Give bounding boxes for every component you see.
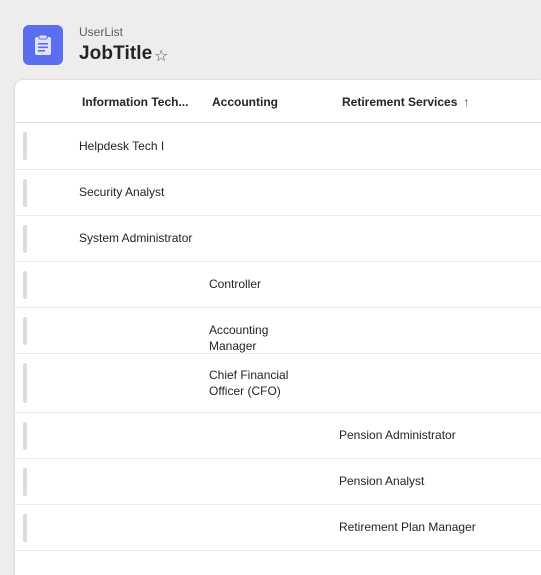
list-panel: Information Tech... Accounting Retiremen… (15, 80, 541, 575)
sort-ascending-icon: ↑ (463, 95, 470, 109)
row-selector[interactable] (23, 317, 27, 345)
row-selector[interactable] (23, 179, 27, 207)
page-header: UserList JobTitle ☆ (0, 0, 541, 80)
favorite-star-icon[interactable]: ☆ (154, 46, 168, 66)
list-row[interactable]: System Administrator (15, 216, 541, 262)
cell-information-technology: Security Analyst (79, 185, 165, 199)
list-row[interactable]: Helpdesk Tech I (15, 123, 541, 170)
row-selector[interactable] (23, 422, 27, 450)
list-name: UserList (79, 25, 124, 39)
clipboard-icon (23, 25, 63, 65)
row-selector[interactable] (23, 271, 27, 299)
column-header-retirement-services[interactable]: Retirement Services ↑ (342, 95, 469, 109)
cell-retirement-services: Pension Administrator (339, 428, 456, 442)
list-row[interactable]: Accounting Manager (15, 308, 541, 354)
cell-retirement-services: Pension Analyst (339, 474, 425, 488)
cell-retirement-services: Retirement Plan Manager (339, 520, 476, 534)
cell-accounting: Accounting Manager (209, 323, 269, 353)
column-header-label: Retirement Services (342, 95, 458, 109)
row-selector[interactable] (23, 225, 27, 253)
cell-accounting: Controller (209, 277, 262, 291)
cell-accounting: Chief Financial Officer (CFO) (209, 368, 289, 398)
row-selector[interactable] (23, 132, 27, 160)
list-row[interactable]: Security Analyst (15, 170, 541, 216)
list-row[interactable]: Pension Analyst (15, 459, 541, 505)
column-header-information-technology[interactable]: Information Tech... (82, 95, 192, 109)
row-selector[interactable] (23, 363, 27, 403)
column-header-accounting[interactable]: Accounting (212, 95, 278, 109)
cell-information-technology: Helpdesk Tech I (79, 139, 165, 153)
list-row[interactable]: Retirement Plan Manager (15, 505, 541, 551)
page-title: JobTitle (79, 43, 153, 64)
list-row[interactable]: Controller (15, 262, 541, 308)
list-row[interactable]: Pension Administrator (15, 413, 541, 459)
cell-information-technology: System Administrator (79, 231, 193, 245)
row-selector[interactable] (23, 468, 27, 496)
row-selector[interactable] (23, 514, 27, 542)
list-row[interactable]: Chief Financial Officer (CFO) (15, 354, 541, 413)
